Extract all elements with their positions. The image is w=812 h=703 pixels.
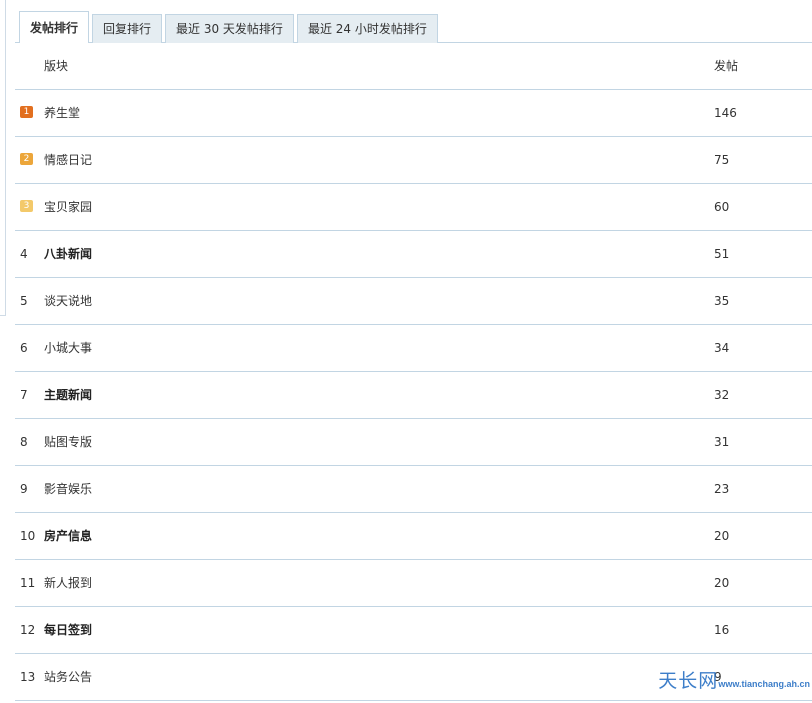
- table-row: 7 主题新闻 32: [15, 372, 812, 419]
- forum-link[interactable]: 宝贝家园: [44, 184, 92, 230]
- table-row: 9 影音娱乐 23: [15, 466, 812, 513]
- table-row: 10 房产信息 20: [15, 513, 812, 560]
- table-row: 11 新人报到 20: [15, 560, 812, 607]
- post-count: 20: [714, 576, 730, 590]
- table-row: 1 养生堂 146: [15, 90, 812, 137]
- forum-link[interactable]: 谈天说地: [44, 278, 92, 324]
- tab-24-hour-ranking[interactable]: 最近 24 小时发帖排行: [296, 14, 438, 43]
- rank-number: 7: [20, 388, 28, 402]
- ranking-tabs: 发帖排行 回复排行 最近 30 天发帖排行 最近 24 小时发帖排行: [19, 11, 812, 43]
- tab-reply-ranking[interactable]: 回复排行: [92, 14, 163, 43]
- post-count: 34: [714, 341, 730, 355]
- post-count: 16: [714, 623, 730, 637]
- post-count-column-header: 发帖: [714, 59, 739, 73]
- post-count: 20: [714, 529, 730, 543]
- rank-number: 13: [20, 670, 36, 684]
- post-count: 23: [714, 482, 730, 496]
- post-count: 51: [714, 247, 730, 261]
- table-row: 5 谈天说地 35: [15, 278, 812, 325]
- forum-link[interactable]: 八卦新闻: [44, 231, 92, 277]
- rank-number: 9: [20, 482, 28, 496]
- rank-number: 5: [20, 294, 28, 308]
- post-count: 75: [714, 153, 730, 167]
- site-watermark: 天长网 www.tianchang.ah.cn: [658, 666, 810, 693]
- table-row: 4 八卦新闻 51: [15, 231, 812, 278]
- table-row: 2 情感日记 75: [15, 137, 812, 184]
- forum-link[interactable]: 小城大事: [44, 325, 92, 371]
- watermark-site-url: www.tianchang.ah.cn: [718, 679, 810, 689]
- forum-link[interactable]: 影音娱乐: [44, 466, 92, 512]
- forum-link[interactable]: 房产信息: [44, 513, 92, 559]
- tab-post-ranking[interactable]: 发帖排行: [19, 11, 90, 43]
- rank-number: 4: [20, 247, 28, 261]
- forum-column-header: 版块: [44, 59, 69, 73]
- ranking-table: 版块 发帖 1 养生堂 146 2 情感日记 75 3 宝贝家园 60 4 八卦新闻 51 5 谈天说地 3…: [15, 43, 812, 701]
- rank-badge: 2: [20, 153, 33, 165]
- forum-link[interactable]: 贴图专版: [44, 419, 92, 465]
- rank-number: 6: [20, 341, 28, 355]
- post-count: 32: [714, 388, 730, 402]
- table-row: 3 宝贝家园 60: [15, 184, 812, 231]
- forum-link[interactable]: 养生堂: [44, 90, 80, 136]
- rank-number: 11: [20, 576, 36, 590]
- rank-number: 10: [20, 529, 36, 543]
- forum-link[interactable]: 情感日记: [44, 137, 92, 183]
- left-rail-panel: [0, 0, 6, 316]
- tab-30-day-ranking[interactable]: 最近 30 天发帖排行: [165, 14, 294, 43]
- ranking-rows: 1 养生堂 146 2 情感日记 75 3 宝贝家园 60 4 八卦新闻 51 5 谈天说地 35 6 小城大事…: [15, 90, 812, 701]
- rank-number: 8: [20, 435, 28, 449]
- post-count: 35: [714, 294, 730, 308]
- post-count: 146: [714, 106, 737, 120]
- rank-badge: 3: [20, 200, 33, 212]
- forum-link[interactable]: 站务公告: [44, 654, 92, 700]
- table-header-row: 版块 发帖: [15, 43, 812, 90]
- table-row: 6 小城大事 34: [15, 325, 812, 372]
- forum-link[interactable]: 新人报到: [44, 560, 92, 606]
- table-row: 12 每日签到 16: [15, 607, 812, 654]
- rank-badge: 1: [20, 106, 33, 118]
- post-count: 31: [714, 435, 730, 449]
- forum-link[interactable]: 主题新闻: [44, 372, 92, 418]
- rank-number: 12: [20, 623, 36, 637]
- watermark-site-name: 天长网: [658, 670, 719, 692]
- left-rail: [0, 0, 6, 703]
- ranking-page: 发帖排行 回复排行 最近 30 天发帖排行 最近 24 小时发帖排行 版块 发帖…: [0, 0, 812, 703]
- forum-link[interactable]: 每日签到: [44, 607, 92, 653]
- table-row: 8 贴图专版 31: [15, 419, 812, 466]
- post-count: 60: [714, 200, 730, 214]
